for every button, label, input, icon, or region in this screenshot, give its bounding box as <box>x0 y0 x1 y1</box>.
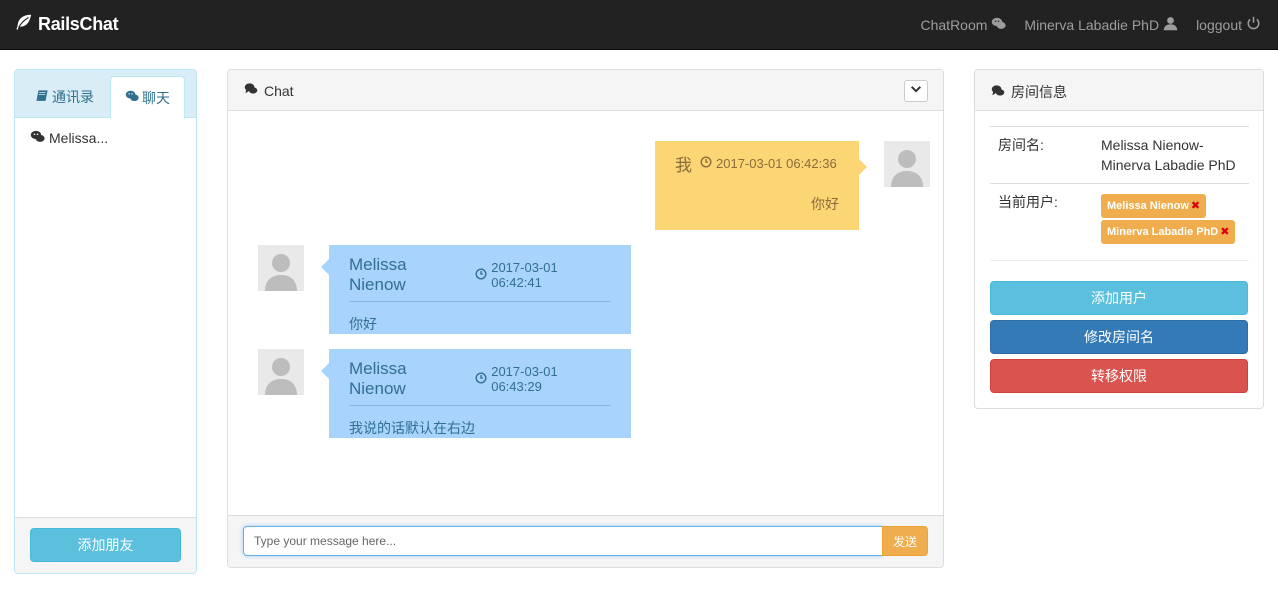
book-icon <box>35 89 49 106</box>
current-users-list: Melissa Nienow ✖ Minerva Labadie PhD ✖ <box>1101 192 1241 252</box>
power-icon <box>1246 16 1261 34</box>
wechat-icon <box>125 89 139 106</box>
message-time: 2017-03-01 06:43:29 <box>475 364 611 394</box>
chat-panel-header: Chat <box>228 70 943 111</box>
wechat-icon <box>991 16 1007 34</box>
avatar <box>258 349 304 395</box>
nav-user-link[interactable]: Minerva Labadie PhD <box>1015 16 1187 34</box>
nav-chatroom-label: ChatRoom <box>920 17 988 33</box>
chat-message-other: Melissa Nienow 2017-03-01 06:42:41 你好 <box>321 245 631 334</box>
chevron-down-icon <box>910 83 922 99</box>
message-time: 2017-03-01 06:42:36 <box>700 156 837 171</box>
add-friend-button[interactable]: 添加朋友 <box>30 528 181 562</box>
message-time: 2017-03-01 06:42:41 <box>475 260 611 290</box>
remove-user-icon[interactable]: ✖ <box>1191 196 1200 216</box>
message-header: Melissa Nienow 2017-03-01 06:42:41 <box>349 255 611 302</box>
nav-logout-label: loggout <box>1196 17 1242 33</box>
comments-icon <box>991 84 1005 101</box>
chat-input-bar: 发送 <box>228 515 943 567</box>
user-icon <box>1163 16 1178 34</box>
chat-message-other: Melissa Nienow 2017-03-01 06:43:29 我说的话默… <box>321 349 631 438</box>
wechat-icon <box>30 129 45 147</box>
message-text: 我说的话默认在右边 <box>349 420 475 436</box>
message-header: 我 2017-03-01 06:42:36 <box>675 151 839 182</box>
user-badge: Melissa Nienow ✖ <box>1101 194 1207 218</box>
tab-chat[interactable]: 聊天 <box>110 76 185 119</box>
chat-title-label: Chat <box>264 82 294 99</box>
rename-room-button[interactable]: 修改房间名 <box>990 320 1248 354</box>
collapse-button[interactable] <box>904 80 928 102</box>
tab-contacts-label: 通讯录 <box>52 89 94 105</box>
message-time-label: 2017-03-01 06:43:29 <box>491 364 558 394</box>
brand-label: RailsChat <box>38 14 119 34</box>
user-badge-label: Melissa Nienow <box>1107 200 1189 212</box>
room-name-label: 房间名: <box>998 137 1044 153</box>
friend-list-item[interactable]: Melissa... <box>30 129 108 147</box>
room-info-title-label: 房间信息 <box>1011 84 1067 100</box>
comments-icon <box>244 82 258 99</box>
room-name-line2: Minerva Labadie PhD <box>1101 157 1236 173</box>
tab-chat-label: 聊天 <box>142 89 170 106</box>
current-users-row: 当前用户: Melissa Nienow ✖ Minerva Labadie Ph… <box>990 184 1249 261</box>
room-info-header: 房间信息 <box>975 70 1263 111</box>
clock-icon <box>475 267 487 283</box>
message-text: 你好 <box>811 196 839 212</box>
room-info-table: 房间名: Melissa Nienow- Minerva Labadie PhD… <box>990 126 1249 261</box>
clock-icon <box>475 371 487 387</box>
nav-chatroom-link[interactable]: ChatRoom <box>912 16 1016 34</box>
message-time-label: 2017-03-01 06:42:41 <box>491 260 558 290</box>
room-name-row: 房间名: Melissa Nienow- Minerva Labadie PhD <box>990 127 1249 184</box>
message-sender: Melissa Nienow <box>349 255 407 294</box>
remove-user-icon[interactable]: ✖ <box>1220 222 1229 242</box>
contacts-tabs: 通讯录 聊天 <box>15 70 196 119</box>
add-user-button[interactable]: 添加用户 <box>990 281 1248 315</box>
user-badge: Minerva Labadie PhD ✖ <box>1101 220 1236 244</box>
message-header: Melissa Nienow 2017-03-01 06:43:29 <box>349 359 611 406</box>
room-info-title: 房间信息 <box>991 82 1067 102</box>
room-name-value: Melissa Nienow- Minerva Labadie PhD <box>1101 135 1241 175</box>
nav-user-label: Minerva Labadie PhD <box>1024 17 1160 33</box>
message-sender: 我 <box>675 156 692 175</box>
message-input[interactable] <box>243 526 883 556</box>
tab-contacts[interactable]: 通讯录 <box>21 76 108 118</box>
chat-panel-title: Chat <box>244 82 294 99</box>
chat-panel: Chat 我 2017-03-01 06:42:36 你好 Melissa Ni… <box>227 69 944 568</box>
contacts-panel: 通讯录 聊天 Melissa... 添加朋友 <box>14 69 197 574</box>
brand[interactable]: RailsChat <box>15 13 119 36</box>
message-text: 你好 <box>349 316 377 332</box>
avatar <box>258 245 304 291</box>
nav-logout-link[interactable]: loggout <box>1187 16 1270 34</box>
current-users-label: 当前用户: <box>998 194 1058 210</box>
message-sender: Melissa Nienow <box>349 359 407 398</box>
transfer-permission-button[interactable]: 转移权限 <box>990 359 1248 393</box>
contacts-footer: 添加朋友 <box>15 517 196 573</box>
message-time-label: 2017-03-01 06:42:36 <box>716 156 837 171</box>
room-name-line1: Melissa Nienow- <box>1101 137 1204 153</box>
send-button[interactable]: 发送 <box>882 526 928 556</box>
chat-message-mine: 我 2017-03-01 06:42:36 你好 <box>655 141 867 230</box>
navbar: RailsChat ChatRoom Minerva Labadie PhD l… <box>0 0 1278 50</box>
clock-icon <box>700 156 712 171</box>
room-info-panel: 房间信息 房间名: Melissa Nienow- Minerva Labadi… <box>974 69 1264 409</box>
avatar <box>884 141 930 187</box>
leaf-icon <box>15 13 33 36</box>
user-badge-label: Minerva Labadie PhD <box>1107 226 1219 238</box>
friend-name: Melissa... <box>49 130 109 146</box>
